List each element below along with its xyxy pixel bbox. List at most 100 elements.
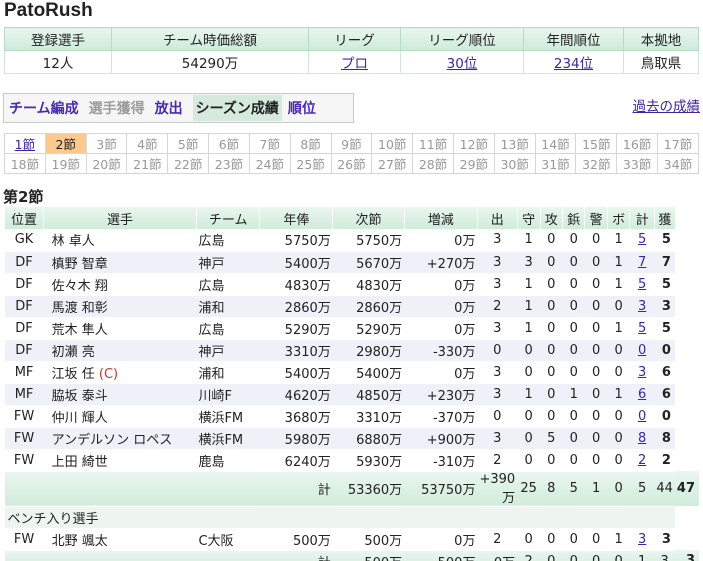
warn-cell: 0 xyxy=(584,251,608,274)
round-selector: 1節 2節 3節 4節 5節 6節 7節 8節 9節 10節 11節 12節 13節 14節 15節 16節 1… xyxy=(4,133,699,174)
total-row: 計 53360万 53750万 +390万 25 8 5 1 0 5 44 47 xyxy=(4,471,699,507)
table-row: GK 林 卓人 広島 5750万 5750万 0万 3 1 0 0 0 1 5 5 xyxy=(4,229,700,252)
league-rank-link[interactable]: 30位 xyxy=(447,56,478,72)
next-cell: 4830万 xyxy=(332,273,405,296)
table-row: DF 槙野 智章 神戸 5400万 5670万 +270万 3 3 0 0 0 1 7 7 xyxy=(4,251,700,274)
diff-cell: -370万 xyxy=(404,405,478,428)
total-cell: 2 xyxy=(517,550,541,561)
club-cell: 広島 xyxy=(196,229,260,252)
att-cell: 0 xyxy=(540,449,563,472)
next-cell: 5400万 xyxy=(332,361,405,384)
pos-cell: FW xyxy=(4,405,44,428)
att-cell: 0 xyxy=(540,339,563,362)
att-cell: 0 xyxy=(540,528,563,551)
points-link[interactable]: 5 xyxy=(638,321,646,336)
next-cell: 2860万 xyxy=(332,295,405,318)
points-link[interactable]: 3 xyxy=(638,532,646,547)
diff-cell: +230万 xyxy=(404,383,478,406)
salary-cell: 6240万 xyxy=(259,449,333,472)
bonus-cell: 1 xyxy=(607,383,630,406)
player-cell: 林 卓人 xyxy=(43,229,197,252)
warn-cell: 0 xyxy=(584,427,608,450)
bonus-cell: 0 xyxy=(607,339,630,362)
total-cell: 5 xyxy=(629,317,655,340)
def-cell: 0 xyxy=(517,361,541,384)
diff-cell: 0万 xyxy=(404,273,478,296)
warn-cell: 0 xyxy=(584,528,608,551)
warn-cell: 0 xyxy=(584,229,608,252)
round-2節: 2節 xyxy=(44,133,87,154)
salary-cell: 5400万 xyxy=(259,361,333,384)
points-link[interactable]: 8 xyxy=(638,431,646,446)
menu-release[interactable]: 放出 xyxy=(155,98,183,118)
league-link[interactable]: プロ xyxy=(341,56,368,72)
points-link[interactable]: 3 xyxy=(638,365,646,380)
total-cell: 3 xyxy=(674,550,699,561)
earned-cell: 5 xyxy=(654,317,675,340)
total-cell: 44 xyxy=(654,471,675,507)
bonus-cell: 1 xyxy=(607,317,630,340)
round-12節: 12節 xyxy=(452,133,495,154)
club-cell: 横浜FM xyxy=(196,427,260,450)
bonus-cell: 1 xyxy=(607,528,630,551)
player-cell: 佐々木 翔 xyxy=(43,273,197,296)
round-34節: 34節 xyxy=(657,153,699,174)
table-row: FW 上田 綺世 鹿島 6240万 5930万 -310万 2 0 0 0 0 0 2 2 xyxy=(4,449,700,472)
annual-rank-link[interactable]: 234位 xyxy=(554,56,593,72)
round-25節: 25節 xyxy=(289,153,332,174)
round-18節: 18節 xyxy=(4,153,46,174)
total-cell: 0 xyxy=(629,339,655,362)
bench-header-row: ベンチ入り選手 xyxy=(4,506,699,529)
total-cell: 53360万 xyxy=(332,471,405,507)
total-cell: 25 xyxy=(517,471,541,507)
col-header: 守 xyxy=(516,207,541,229)
menu-player-acquisition[interactable]: 選手獲得 xyxy=(89,98,145,118)
diff-cell: 0万 xyxy=(404,361,478,384)
table-row: MF 江坂 任 (C) 浦和 5400万 5400万 0万 3 0 0 0 0 0 3 6 xyxy=(4,361,700,384)
info-header: 登録選手 xyxy=(4,27,112,51)
round-1節[interactable]: 1節 xyxy=(4,133,46,154)
def-cell: 0 xyxy=(517,339,541,362)
appear-cell: 0 xyxy=(477,339,518,362)
past-results-link[interactable]: 過去の成績 xyxy=(633,95,701,115)
def-cell: 3 xyxy=(517,251,541,274)
points-link[interactable]: 3 xyxy=(638,299,646,314)
player-cell: 初瀬 亮 xyxy=(43,339,197,362)
def-cell: 0 xyxy=(517,528,541,551)
col-header: 攻 xyxy=(539,207,563,229)
salary-cell: 500万 xyxy=(259,528,333,551)
points-link[interactable]: 6 xyxy=(638,387,646,402)
def-cell: 0 xyxy=(517,405,541,428)
player-cell: 馬渡 和彰 xyxy=(43,295,197,318)
total-spacer xyxy=(4,471,260,507)
points-link[interactable]: 0 xyxy=(638,343,646,358)
next-cell: 3310万 xyxy=(332,405,405,428)
att-cell: 0 xyxy=(540,383,563,406)
total-cell: 6 xyxy=(629,383,655,406)
diff-cell: 0万 xyxy=(404,295,478,318)
round-23節: 23節 xyxy=(208,153,250,174)
spike-cell: 0 xyxy=(562,273,585,296)
table-row: DF 佐々木 翔広島 4830万 4830万 0万 3 1 0 0 0 1 5 5 xyxy=(4,273,700,296)
pos-cell: DF xyxy=(4,273,44,296)
points-link[interactable]: 5 xyxy=(638,232,646,247)
next-cell: 4850万 xyxy=(332,383,405,406)
points-link[interactable]: 7 xyxy=(638,255,646,270)
next-cell: 5670万 xyxy=(332,251,405,274)
points-link[interactable]: 5 xyxy=(638,277,646,292)
spike-cell: 0 xyxy=(562,449,585,472)
menu-ranking[interactable]: 順位 xyxy=(288,98,316,118)
bonus-cell: 0 xyxy=(607,449,630,472)
menu-team-formation[interactable]: チーム編成 xyxy=(9,98,79,118)
att-cell: 0 xyxy=(540,295,563,318)
player-cell: アンデルソン ロペス xyxy=(43,427,197,450)
points-link[interactable]: 2 xyxy=(638,453,646,468)
earned-cell: 8 xyxy=(654,427,675,450)
diff-cell: 0万 xyxy=(404,317,478,340)
points-link[interactable]: 0 xyxy=(638,409,646,424)
warn-cell: 0 xyxy=(584,383,608,406)
spike-cell: 0 xyxy=(562,339,585,362)
menu-season-results[interactable]: シーズン成績 xyxy=(192,95,282,121)
next-cell: 6880万 xyxy=(332,427,405,450)
def-cell: 0 xyxy=(517,427,541,450)
